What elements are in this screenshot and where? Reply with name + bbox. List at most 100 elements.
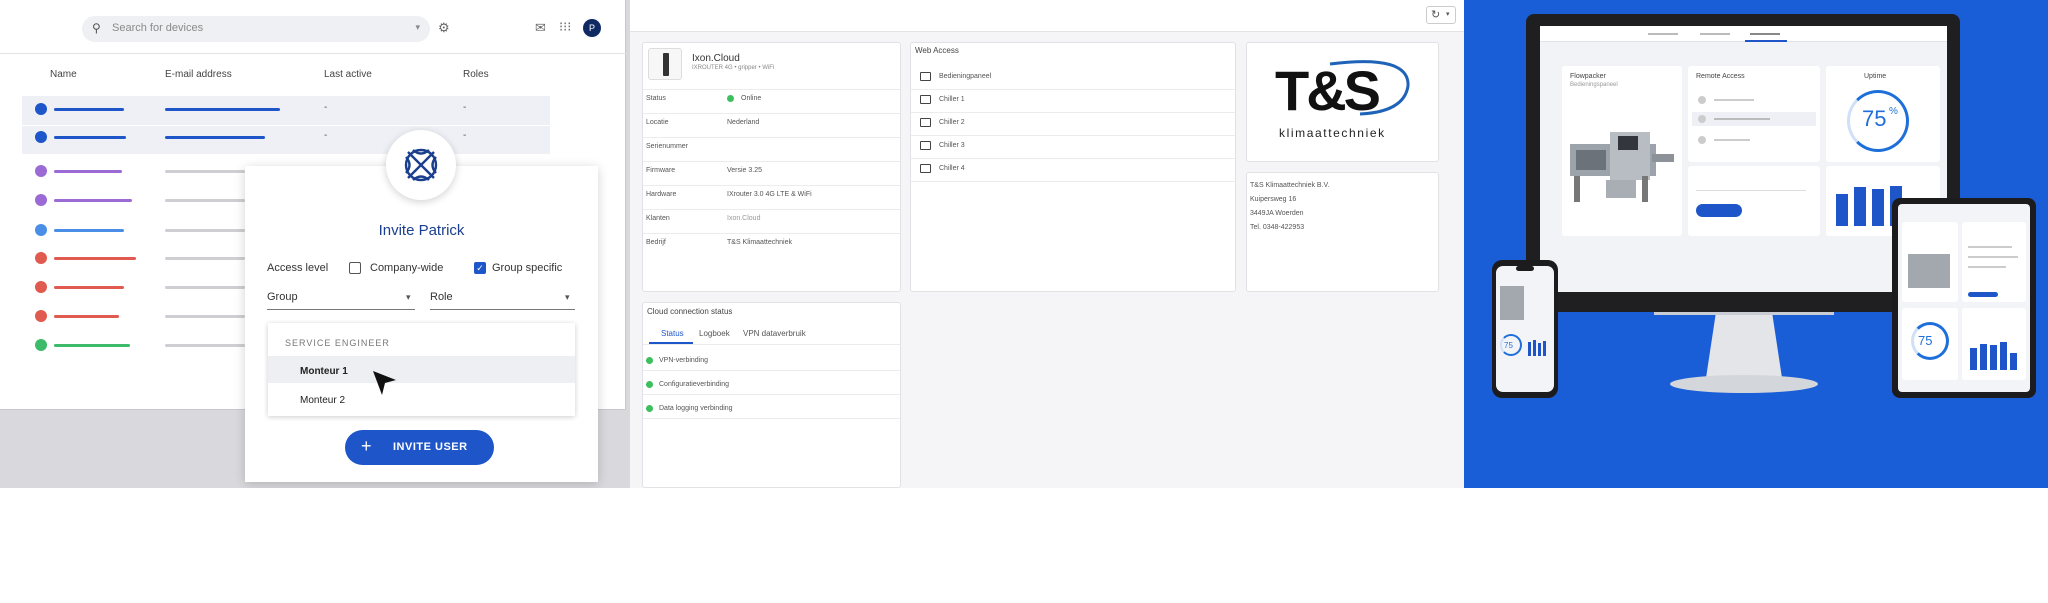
user-email-redacted (165, 315, 245, 318)
web-access-item[interactable]: Chiller 2 (911, 112, 1235, 135)
web-access-item[interactable]: Chiller 1 (911, 89, 1235, 112)
info-value: IXrouter 3.0 4G LTE & WiFi (727, 191, 812, 198)
search-input[interactable]: Search for devices (112, 22, 203, 34)
info-value: Ixon.Cloud (727, 215, 761, 222)
dropdown-item[interactable]: Monteur 1 (300, 366, 348, 377)
company-wide-label[interactable]: Company-wide (370, 262, 443, 274)
machine-title: Flowpacker (1570, 73, 1606, 80)
router-image (648, 48, 682, 80)
tablet-remote-item[interactable] (1968, 246, 2012, 248)
info-label: Status (646, 95, 666, 102)
chevron-down-icon: ▾ (1446, 11, 1450, 18)
user-email-redacted (165, 136, 265, 139)
role-select-underline (430, 309, 575, 310)
user-avatar-dot (35, 252, 47, 264)
tab-status[interactable]: Status (661, 329, 684, 338)
chevron-down-icon[interactable]: ▾ (415, 22, 420, 33)
brand-logo (386, 130, 456, 200)
column-header-name[interactable]: Name (50, 69, 77, 80)
group-select-label[interactable]: Group (267, 291, 298, 303)
uptime-value: 75 (1862, 106, 1887, 131)
row-divider (643, 185, 900, 186)
tab-vpn-dataverbruik[interactable]: VPN dataverbruik (743, 329, 806, 338)
web-access-label: Chiller 1 (939, 96, 965, 103)
primary-button[interactable] (1696, 204, 1742, 217)
machine-subtitle: Bedieningspaneel (1570, 82, 1618, 88)
company-wide-checkbox[interactable] (349, 262, 361, 274)
roles-value: - (463, 102, 467, 113)
user-email-redacted (165, 229, 245, 232)
row-divider (643, 394, 900, 395)
column-header-roles[interactable]: Roles (463, 69, 489, 80)
tablet-remote-item[interactable] (1968, 256, 2018, 258)
column-header-last-active[interactable]: Last active (324, 69, 372, 80)
status-dot (646, 381, 653, 388)
dialog-title: Invite Patrick (378, 222, 465, 239)
table-row[interactable]: -- (22, 127, 550, 151)
chart-bar (1854, 187, 1866, 226)
status-dot (646, 357, 653, 364)
tab-logboek[interactable]: Logboek (699, 329, 730, 338)
percent-sign: % (1889, 106, 1898, 117)
last-active-value: - (324, 130, 328, 141)
user-email-redacted (165, 344, 245, 347)
phone-bar (1533, 340, 1536, 356)
remote-item[interactable] (1714, 99, 1754, 101)
connection-status-label: Data logging verbinding (659, 405, 733, 412)
tablet-button[interactable] (1968, 292, 1998, 297)
mail-icon[interactable]: ✉ (535, 20, 546, 36)
plus-icon: + (361, 436, 372, 456)
active-screen-tab (1745, 40, 1787, 42)
info-label: Bedrijf (646, 239, 666, 246)
column-header-email[interactable]: E-mail address (165, 69, 232, 80)
user-avatar-dot (35, 224, 47, 236)
info-value: T&S Klimaattechniek (727, 239, 792, 246)
row-divider (643, 161, 900, 162)
tablet-remote-card (1962, 222, 2026, 302)
chevron-down-icon[interactable]: ▾ (565, 292, 570, 303)
address-line: 3449JA Woerden (1250, 210, 1304, 217)
device-subtitle: IXROUTER 4G • gripper • WiFi (692, 65, 775, 71)
chart-bar (1872, 189, 1884, 226)
dropdown-item[interactable]: Monteur 2 (300, 395, 345, 406)
user-name-redacted (54, 315, 119, 318)
user-name-redacted (54, 286, 124, 289)
remote-item[interactable] (1714, 118, 1770, 120)
group-specific-checkbox[interactable]: ✓ (474, 262, 486, 274)
avatar[interactable]: P (583, 19, 601, 37)
role-select-label[interactable]: Role (430, 291, 453, 303)
gear-icon[interactable]: ⚙ (438, 20, 450, 36)
user-email-redacted (165, 170, 245, 173)
group-specific-label[interactable]: Group specific (492, 262, 562, 274)
connection-status-label: VPN-verbinding (659, 357, 709, 364)
row-divider (643, 370, 900, 371)
screen-nav (1540, 26, 1947, 42)
invite-user-button[interactable]: + INVITE USER (345, 430, 494, 465)
tablet-remote-item[interactable] (1968, 266, 2006, 268)
address-line: Kuipersweg 16 (1250, 196, 1297, 203)
logo-swoosh-icon (1329, 60, 1410, 116)
remote-item-icon (1698, 96, 1706, 104)
refresh-button[interactable]: ↻ ▾ (1426, 6, 1456, 24)
row-divider (643, 137, 900, 138)
chevron-down-icon[interactable]: ▾ (406, 292, 411, 303)
apps-grid-icon[interactable]: ⁝⁝⁝ (559, 19, 571, 35)
row-divider (22, 125, 550, 126)
search-bar[interactable]: ⚲ Search for devices ▾ (82, 16, 430, 42)
web-access-item[interactable]: Chiller 4 (911, 158, 1235, 181)
web-access-item[interactable]: Bedieningpaneel (911, 66, 1235, 89)
router-icon (663, 53, 669, 76)
company-logo-subtext: klimaattechniek (1279, 126, 1386, 140)
chart-bar (2010, 353, 2017, 370)
top-bar (630, 0, 1464, 32)
ixon-logo-icon (404, 148, 438, 182)
remote-item[interactable] (1714, 139, 1750, 141)
user-email-redacted (165, 257, 245, 260)
settings-card (1688, 166, 1820, 236)
input-line[interactable] (1696, 190, 1806, 191)
folder-icon (920, 95, 931, 104)
web-access-item[interactable]: Chiller 3 (911, 135, 1235, 158)
table-row[interactable]: -- (22, 99, 550, 123)
user-email-redacted (165, 108, 280, 111)
device-info-card (642, 42, 901, 292)
